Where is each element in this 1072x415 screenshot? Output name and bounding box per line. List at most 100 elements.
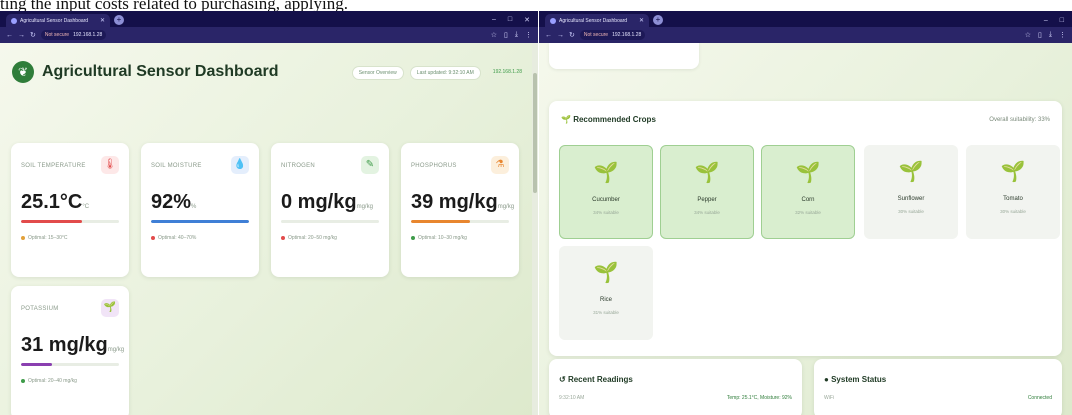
sensor-unit: % bbox=[191, 204, 197, 210]
optimal-range: Optimal: 20–40 mg/kg bbox=[21, 378, 119, 384]
sidepanel-icon[interactable]: ▯ bbox=[504, 31, 508, 39]
sensor-card: NITROGEN ✎ 0 mg/kgmg/kg Optimal: 20–50 mg/k… bbox=[271, 143, 389, 277]
crop-suitability: 34% suitable bbox=[694, 210, 720, 215]
back-icon[interactable]: ← bbox=[545, 32, 552, 39]
sensor-value-text: 0 mg/kg bbox=[281, 191, 357, 213]
favicon-icon bbox=[11, 17, 17, 24]
url-field[interactable]: Not secure 192.168.1.28 bbox=[579, 30, 646, 40]
optimal-range: Optimal: 40–70% bbox=[151, 235, 249, 241]
sprout-icon: 🌱 bbox=[593, 262, 619, 284]
crop-suitability: 31% suitable bbox=[593, 310, 619, 315]
scrollbar[interactable] bbox=[532, 43, 538, 415]
new-tab-button[interactable]: + bbox=[114, 15, 124, 25]
download-icon[interactable]: ⤓ bbox=[1049, 31, 1052, 39]
dashboard-header: ❦ Agricultural Sensor Dashboard bbox=[12, 61, 279, 83]
sensor-progress-fill bbox=[21, 363, 53, 366]
crop-suitability: 32% suitable bbox=[795, 210, 821, 215]
optimal-range: Optimal: 10–30 mg/kg bbox=[411, 235, 509, 241]
optimal-range-text: Optimal: 40–70% bbox=[158, 235, 197, 241]
sidepanel-icon[interactable]: ▯ bbox=[1038, 31, 1042, 39]
sensor-value-text: 92% bbox=[151, 191, 192, 213]
sensor-value: 31 mg/kgmg/kg bbox=[21, 334, 124, 357]
browser-tab[interactable]: Agricultural Sensor Dashboard ✕ bbox=[545, 14, 649, 27]
crop-card[interactable]: 🌱 Cucumber 34% suitable bbox=[559, 145, 653, 239]
close-tab-icon[interactable]: ✕ bbox=[100, 17, 105, 24]
sensor-unit: mg/kg bbox=[107, 347, 125, 353]
star-icon[interactable]: ☆ bbox=[491, 31, 497, 39]
optimal-range-text: Optimal: 20–50 mg/kg bbox=[288, 235, 337, 241]
crop-suitability: 30% suitable bbox=[1000, 209, 1026, 214]
sensor-progress-fill bbox=[411, 220, 470, 223]
new-tab-button[interactable]: + bbox=[653, 15, 663, 25]
url-text: 192.168.1.28 bbox=[612, 32, 642, 38]
system-status-panel: ● System Status WiFi Connected bbox=[814, 359, 1062, 415]
sensor-value-text: 25.1°C bbox=[21, 191, 83, 213]
status-dot-icon bbox=[21, 379, 25, 383]
forward-icon[interactable]: → bbox=[18, 32, 25, 39]
status-dot-icon bbox=[281, 236, 285, 240]
leaf-pen-icon: ✎ bbox=[361, 156, 379, 174]
page-title: Agricultural Sensor Dashboard bbox=[42, 63, 279, 80]
reading-summary: Temp: 25.1°C, Moisture: 92% bbox=[726, 395, 792, 401]
crop-name: Corn bbox=[801, 197, 815, 203]
sprout-icon: 🌱 bbox=[694, 162, 720, 184]
crop-name: Rice bbox=[599, 297, 612, 303]
sensor-unit: °C bbox=[82, 204, 90, 210]
sensor-card: SOIL MOISTURE 💧 92%% Optimal: 40–70% bbox=[141, 143, 259, 277]
extension-icon[interactable]: ⋮ bbox=[525, 31, 532, 39]
close-window-icon[interactable]: ✕ bbox=[524, 16, 530, 24]
sensor-card: POTASSIUM 🌱 31 mg/kgmg/kg Optimal: 20–40 mg… bbox=[11, 286, 129, 415]
overall-suitability: Overall suitability: 33% bbox=[989, 117, 1050, 123]
crop-card[interactable]: 🌱 Rice 31% suitable bbox=[559, 246, 653, 340]
sensor-progress-bar bbox=[21, 220, 119, 223]
sprout-icon: 🌱 bbox=[101, 299, 119, 317]
tab-title: Agricultural Sensor Dashboard bbox=[20, 17, 89, 24]
browser-window-left: Agricultural Sensor Dashboard ✕ + – □ ✕ … bbox=[0, 11, 538, 415]
minimize-icon[interactable]: – bbox=[1044, 17, 1048, 24]
sensor-unit: mg/kg bbox=[356, 204, 373, 210]
sensor-value-text: 31 mg/kg bbox=[21, 334, 108, 356]
crop-name: Cucumber bbox=[592, 197, 620, 203]
sensor-value: 0 mg/kgmg/kg bbox=[281, 191, 379, 214]
reading-time: 9:32:10 AM bbox=[559, 395, 585, 401]
crop-card[interactable]: 🌱 Sunflower 30% suitable bbox=[864, 145, 958, 239]
close-tab-icon[interactable]: ✕ bbox=[639, 17, 644, 24]
status-dot-icon bbox=[411, 236, 415, 240]
water-drop-icon: 💧 bbox=[231, 156, 249, 174]
crop-name: Pepper bbox=[697, 197, 717, 203]
card-stub bbox=[549, 43, 699, 69]
url-text: 192.168.1.28 bbox=[73, 32, 103, 38]
optimal-range: Optimal: 15–30°C bbox=[21, 235, 119, 241]
optimal-range-text: Optimal: 10–30 mg/kg bbox=[418, 235, 467, 241]
star-icon[interactable]: ☆ bbox=[1025, 31, 1031, 39]
recommended-crops-panel: 🌱 Recommended Crops Overall suitability:… bbox=[549, 101, 1062, 356]
recent-readings-title-text: Recent Readings bbox=[567, 375, 633, 384]
sensor-overview-button[interactable]: Sensor Overview bbox=[351, 66, 404, 80]
crop-card[interactable]: 🌱 Tomato 30% suitable bbox=[966, 145, 1060, 239]
sprout-icon: 🌱 bbox=[593, 162, 619, 184]
reload-icon[interactable]: ↻ bbox=[569, 31, 575, 39]
minimize-icon[interactable]: – bbox=[492, 16, 496, 24]
scrollbar-thumb[interactable] bbox=[533, 73, 537, 193]
maximize-icon[interactable]: □ bbox=[508, 16, 512, 24]
crops-title-text: Recommended Crops bbox=[573, 115, 656, 124]
forward-icon[interactable]: → bbox=[557, 32, 564, 39]
system-status-title-text: System Status bbox=[831, 375, 887, 384]
optimal-range-text: Optimal: 15–30°C bbox=[28, 235, 68, 241]
crop-card[interactable]: 🌱 Corn 32% suitable bbox=[761, 145, 855, 239]
crop-card[interactable]: 🌱 Pepper 34% suitable bbox=[660, 145, 754, 239]
back-icon[interactable]: ← bbox=[6, 32, 13, 39]
extension-icon[interactable]: ⋮ bbox=[1059, 31, 1066, 39]
address-bar: ← → ↻ Not secure 192.168.1.28 ☆ ▯ ⤓ ⋮ bbox=[0, 27, 538, 43]
reload-icon[interactable]: ↻ bbox=[30, 31, 36, 39]
maximize-icon[interactable]: □ bbox=[1060, 17, 1064, 24]
download-icon[interactable]: ⤓ bbox=[515, 31, 518, 39]
url-field[interactable]: Not secure 192.168.1.28 bbox=[40, 30, 107, 40]
sensor-value: 25.1°C°C bbox=[21, 191, 119, 214]
tab-strip: Agricultural Sensor Dashboard ✕ + – □ bbox=[539, 11, 1072, 27]
browser-tab[interactable]: Agricultural Sensor Dashboard ✕ bbox=[6, 14, 110, 27]
tab-title: Agricultural Sensor Dashboard bbox=[559, 17, 628, 24]
sensor-card: SOIL TEMPERATURE 🌡 25.1°C°C Optimal: 15–30°… bbox=[11, 143, 129, 277]
sensor-progress-bar bbox=[411, 220, 509, 223]
sprout-icon: 🌱 bbox=[561, 115, 571, 124]
